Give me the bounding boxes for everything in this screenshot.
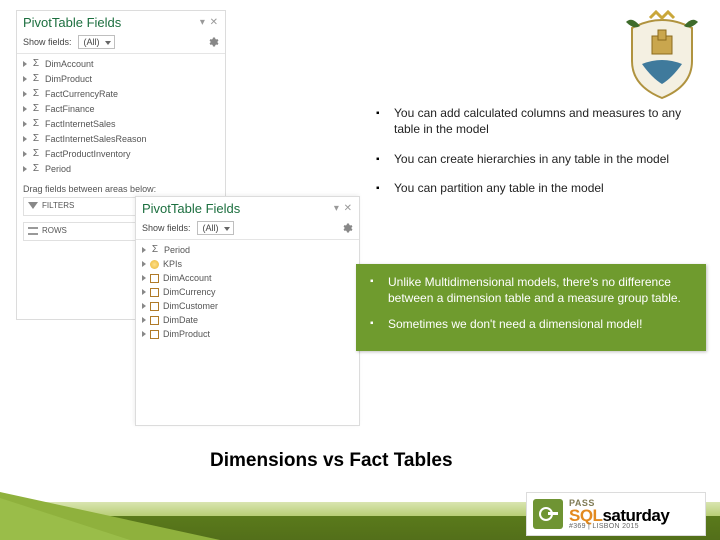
field-label: DimDate (163, 315, 198, 325)
field-label: FactCurrencyRate (45, 89, 118, 99)
field-list-2: Σ Period KPIs DimAccount DimCurrency DimCusto… (136, 240, 359, 343)
field-label: Period (164, 245, 190, 255)
expand-icon (23, 166, 27, 172)
expand-icon (23, 61, 27, 67)
field-label: DimCurrency (163, 287, 216, 297)
drag-label: Drag fields between areas below: (17, 178, 225, 197)
expand-icon (142, 303, 146, 309)
field-item[interactable]: DimCustomer (140, 299, 355, 313)
sigma-icon: Σ (31, 73, 41, 84)
sigma-icon: Σ (31, 58, 41, 69)
logo-sql: SQL (569, 506, 602, 525)
bullet-item: You can create hierarchies in any table … (372, 152, 694, 168)
sigma-icon: Σ (150, 244, 160, 255)
gear-icon[interactable] (341, 222, 353, 234)
callout-box: Unlike Multidimensional models, there's … (356, 264, 706, 351)
field-item[interactable]: KPIs (140, 257, 355, 271)
rows-icon (28, 227, 38, 235)
sigma-icon: Σ (31, 148, 41, 159)
expand-icon (23, 136, 27, 142)
event-logo: PASS SQLsaturday #369 | LISBON 2015 (526, 492, 706, 536)
callout-item: Unlike Multidimensional models, there's … (368, 274, 694, 306)
field-label: FactProductInventory (45, 149, 131, 159)
rows-label: ROWS (42, 226, 67, 235)
gear-icon[interactable] (207, 36, 219, 48)
bullet-list: You can add calculated columns and measu… (372, 106, 694, 211)
field-list-1: ΣDimAccountΣDimProductΣFactCurrencyRateΣ… (17, 54, 225, 178)
field-label: Period (45, 164, 71, 174)
sigma-icon: Σ (31, 133, 41, 144)
expand-icon (23, 151, 27, 157)
filters-label: FILTERS (42, 201, 74, 210)
expand-icon (23, 91, 27, 97)
kpi-icon (150, 260, 159, 269)
expand-icon (142, 331, 146, 337)
expand-icon (23, 106, 27, 112)
table-icon (150, 302, 159, 311)
key-icon (533, 499, 563, 529)
expand-icon (23, 76, 27, 82)
field-label: FactFinance (45, 104, 95, 114)
show-fields-row: Show fields: (All) (17, 32, 225, 54)
show-fields-row: Show fields: (All) (136, 218, 359, 240)
expand-icon (23, 121, 27, 127)
field-label: DimProduct (163, 329, 210, 339)
bullet-item: You can partition any table in the model (372, 181, 694, 197)
field-label: DimCustomer (163, 301, 218, 311)
pane-controls[interactable]: ▾ ✕ (334, 203, 353, 214)
expand-icon (142, 247, 146, 253)
expand-icon (142, 261, 146, 267)
field-item[interactable]: DimDate (140, 313, 355, 327)
expand-icon (142, 289, 146, 295)
field-item[interactable]: Σ DimAccount (21, 56, 221, 71)
logo-saturday: saturday (602, 506, 669, 525)
field-item[interactable]: Σ FactCurrencyRate (21, 86, 221, 101)
field-label: FactInternetSales (45, 119, 116, 129)
show-fields-label: Show fields: (23, 37, 72, 47)
field-label: DimAccount (163, 273, 212, 283)
pane-title-text: PivotTable Fields (23, 15, 121, 30)
show-fields-select[interactable]: (All) (78, 35, 115, 49)
sigma-icon: Σ (31, 163, 41, 174)
table-icon (150, 316, 159, 325)
sigma-icon: Σ (31, 103, 41, 114)
slide-title: Dimensions vs Fact Tables (210, 450, 453, 472)
field-label: KPIs (163, 259, 182, 269)
pane-title: PivotTable Fields ▾ ✕ (136, 197, 359, 218)
footer-bar: PASS SQLsaturday #369 | LISBON 2015 (0, 492, 720, 540)
table-icon (150, 330, 159, 339)
field-item[interactable]: Σ FactProductInventory (21, 146, 221, 161)
table-icon (150, 274, 159, 283)
coat-of-arms (622, 6, 702, 101)
expand-icon (142, 275, 146, 281)
field-label: DimAccount (45, 59, 94, 69)
sigma-icon: Σ (31, 88, 41, 99)
logo-text: PASS SQLsaturday #369 | LISBON 2015 (569, 498, 669, 530)
show-fields-label: Show fields: (142, 223, 191, 233)
field-item[interactable]: Σ FactInternetSalesReason (21, 131, 221, 146)
bullet-item: You can add calculated columns and measu… (372, 106, 694, 138)
field-item[interactable]: DimCurrency (140, 285, 355, 299)
field-label: FactInternetSalesReason (45, 134, 147, 144)
expand-icon (142, 317, 146, 323)
pane-title: PivotTable Fields ▾ ✕ (17, 11, 225, 32)
filter-icon (28, 202, 38, 209)
field-item[interactable]: Σ Period (21, 161, 221, 176)
field-item[interactable]: DimProduct (140, 327, 355, 341)
pivot-fields-pane-2: PivotTable Fields ▾ ✕ Show fields: (All)… (135, 196, 360, 426)
field-item[interactable]: Σ FactFinance (21, 101, 221, 116)
field-item[interactable]: Σ FactInternetSales (21, 116, 221, 131)
callout-item: Sometimes we don't need a dimensional mo… (368, 316, 694, 332)
pane-title-text: PivotTable Fields (142, 201, 240, 216)
field-item[interactable]: DimAccount (140, 271, 355, 285)
table-icon (150, 288, 159, 297)
sigma-icon: Σ (31, 118, 41, 129)
field-item[interactable]: Σ Period (140, 242, 355, 257)
field-label: DimProduct (45, 74, 92, 84)
show-fields-select[interactable]: (All) (197, 221, 234, 235)
pane-controls[interactable]: ▾ ✕ (200, 17, 219, 28)
field-item[interactable]: Σ DimProduct (21, 71, 221, 86)
